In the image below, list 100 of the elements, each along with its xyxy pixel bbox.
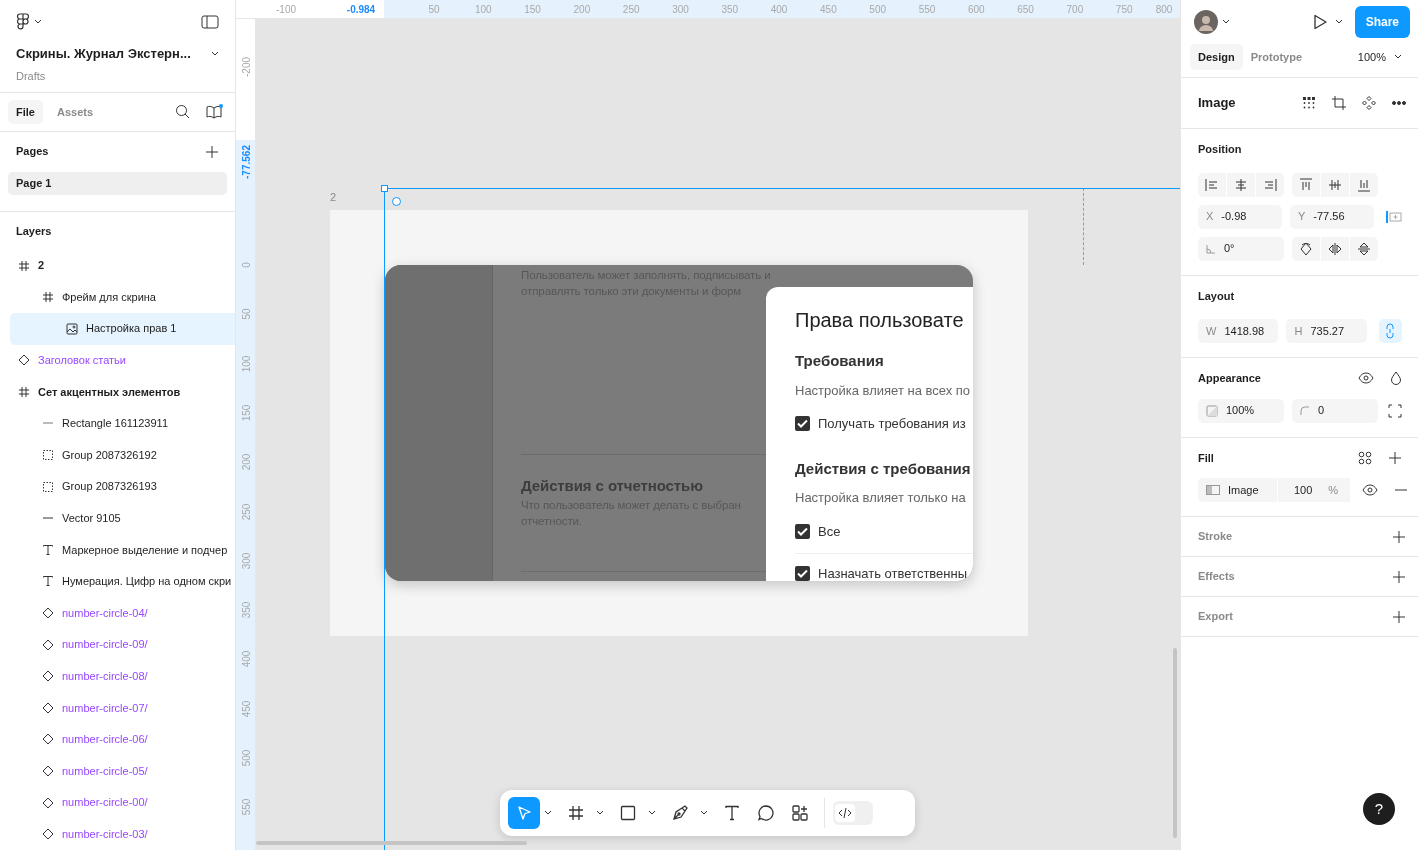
dev-mode-toggle[interactable] <box>833 801 873 825</box>
field-value: 1418.98 <box>1224 323 1265 339</box>
logo-icon[interactable] <box>16 13 30 31</box>
link-icon <box>1385 323 1396 339</box>
plus-icon[interactable] <box>1388 450 1402 465</box>
chevron-down-icon[interactable] <box>544 810 552 816</box>
layer-row[interactable]: Заголовок статьи <box>10 344 235 377</box>
panel-tab[interactable]: Design <box>1190 43 1243 71</box>
layer-row[interactable]: number-circle-06/ <box>10 723 235 756</box>
section-title: Fill <box>1198 450 1214 466</box>
align-top-icon[interactable] <box>1299 177 1313 192</box>
panel-tab[interactable]: File <box>8 99 43 125</box>
search-icon[interactable] <box>175 104 190 120</box>
align-right-icon[interactable] <box>1263 177 1277 192</box>
layer-row[interactable]: Group 2087326193 <box>10 470 235 503</box>
dots-grid-icon[interactable] <box>1302 96 1316 110</box>
corners-icon[interactable] <box>1388 403 1402 418</box>
layer-row[interactable]: Rectangle 161123911 <box>10 407 235 440</box>
canvas[interactable] <box>256 19 1180 850</box>
styles-icon[interactable] <box>1358 450 1372 465</box>
fill-opacity-field[interactable]: 100 % <box>1278 478 1350 502</box>
crop-icon[interactable] <box>1332 96 1346 110</box>
layer-row[interactable]: Сет акцентных элементов <box>10 376 235 408</box>
drop-icon[interactable] <box>1390 371 1402 386</box>
align-center-icon[interactable] <box>1234 177 1248 192</box>
layer-row[interactable]: Vector 9105 <box>10 502 235 535</box>
checkbox[interactable] <box>795 416 810 432</box>
rotation-field[interactable]: 0° <box>1198 236 1284 261</box>
plus-icon[interactable] <box>205 144 219 159</box>
radius-field[interactable]: 0 <box>1292 398 1378 423</box>
more-icon[interactable] <box>1392 101 1406 105</box>
flip-horizontal-icon[interactable] <box>1328 241 1342 256</box>
avatar-icon[interactable] <box>1194 10 1218 34</box>
zoom-level[interactable]: 100% <box>1357 48 1386 66</box>
plus-icon[interactable] <box>1392 609 1406 624</box>
screenshot-heading: Действия с отчетностью <box>521 477 703 495</box>
ruler-label: 400 <box>239 651 253 668</box>
layer-row[interactable]: number-circle-00/ <box>10 786 235 819</box>
align-bottom-icon[interactable] <box>1357 177 1371 192</box>
play-icon[interactable] <box>1312 14 1327 30</box>
checkbox[interactable] <box>795 523 810 539</box>
file-name[interactable]: Скрины. Журнал Экстерн... <box>16 44 191 64</box>
layer-name: number-circle-03/ <box>62 826 148 842</box>
height-field[interactable]: H 735.27 <box>1286 319 1367 343</box>
plus-icon[interactable] <box>1392 569 1406 584</box>
help-button[interactable]: ? <box>1363 793 1395 825</box>
opacity-field[interactable]: 100% <box>1198 398 1284 423</box>
shapes-plus-icon <box>791 804 809 822</box>
layer-row[interactable]: Настройка прав 1 <box>10 312 235 345</box>
layer-name: number-circle-07/ <box>62 700 148 716</box>
scrollbar[interactable] <box>1173 648 1177 838</box>
library-icon[interactable] <box>206 104 223 120</box>
page-item[interactable]: Page 1 <box>8 171 227 195</box>
align-left-icon[interactable] <box>1205 177 1219 192</box>
sidebar-toggle-icon[interactable] <box>201 15 219 29</box>
scrollbar[interactable] <box>256 841 527 845</box>
resize-handle[interactable] <box>381 185 388 192</box>
plus-icon[interactable] <box>1392 529 1406 544</box>
chevron-down-icon[interactable] <box>596 810 604 816</box>
ruler-label: -0.984 <box>346 3 376 17</box>
align-middle-icon[interactable] <box>1328 177 1342 192</box>
text-icon <box>723 804 741 822</box>
flip-vertical-icon[interactable] <box>1357 241 1371 256</box>
layer-row[interactable]: Фрейм для скрина <box>10 281 235 313</box>
radius-handle[interactable] <box>392 197 401 206</box>
x-field[interactable]: X -0.98 <box>1198 204 1282 229</box>
width-field[interactable]: W 1418.98 <box>1198 319 1279 343</box>
layer-row[interactable]: 2 <box>10 249 235 282</box>
chevron-down-icon[interactable] <box>1394 54 1402 60</box>
chevron-down-icon[interactable] <box>211 50 219 57</box>
chevron-down-icon[interactable] <box>34 19 42 25</box>
panel-tab[interactable]: Assets <box>48 99 102 125</box>
layer-row[interactable]: number-circle-04/ <box>10 597 235 629</box>
fill-type-field[interactable]: Image <box>1198 478 1278 502</box>
layer-row[interactable]: Маркерное выделение и подчер <box>10 534 235 566</box>
layer-row[interactable]: number-circle-08/ <box>10 660 235 693</box>
eye-icon[interactable] <box>1358 372 1374 385</box>
layer-name: Group 2087326192 <box>62 447 157 463</box>
chevron-down-icon[interactable] <box>700 810 708 816</box>
layer-name: Заголовок статьи <box>38 353 126 369</box>
chevron-down-icon[interactable] <box>1334 19 1343 25</box>
eye-icon[interactable] <box>1362 484 1378 496</box>
layer-row[interactable]: number-circle-03/ <box>10 818 235 850</box>
screenshot-image[interactable] <box>385 265 973 581</box>
y-field[interactable]: Y -77.56 <box>1290 204 1374 229</box>
field-value: 0 <box>1318 403 1325 419</box>
ruler-label: 450 <box>820 3 837 17</box>
text-icon <box>42 575 54 588</box>
layer-row[interactable]: Нумерация. Цифр на одном скри <box>10 565 235 598</box>
layer-row[interactable]: Group 2087326192 <box>10 439 235 471</box>
checkbox[interactable] <box>795 566 810 581</box>
chevron-down-icon[interactable] <box>648 810 656 816</box>
component-set-icon[interactable] <box>1362 96 1376 110</box>
chevron-down-icon[interactable] <box>1222 19 1230 25</box>
rotate-icon[interactable] <box>1299 241 1313 256</box>
layer-row[interactable]: number-circle-09/ <box>10 628 235 661</box>
ruler-label: 750 <box>1115 3 1133 17</box>
constraints-icon[interactable] <box>1386 209 1402 224</box>
layer-row[interactable]: number-circle-07/ <box>10 692 235 724</box>
layer-row[interactable]: number-circle-05/ <box>10 755 235 787</box>
